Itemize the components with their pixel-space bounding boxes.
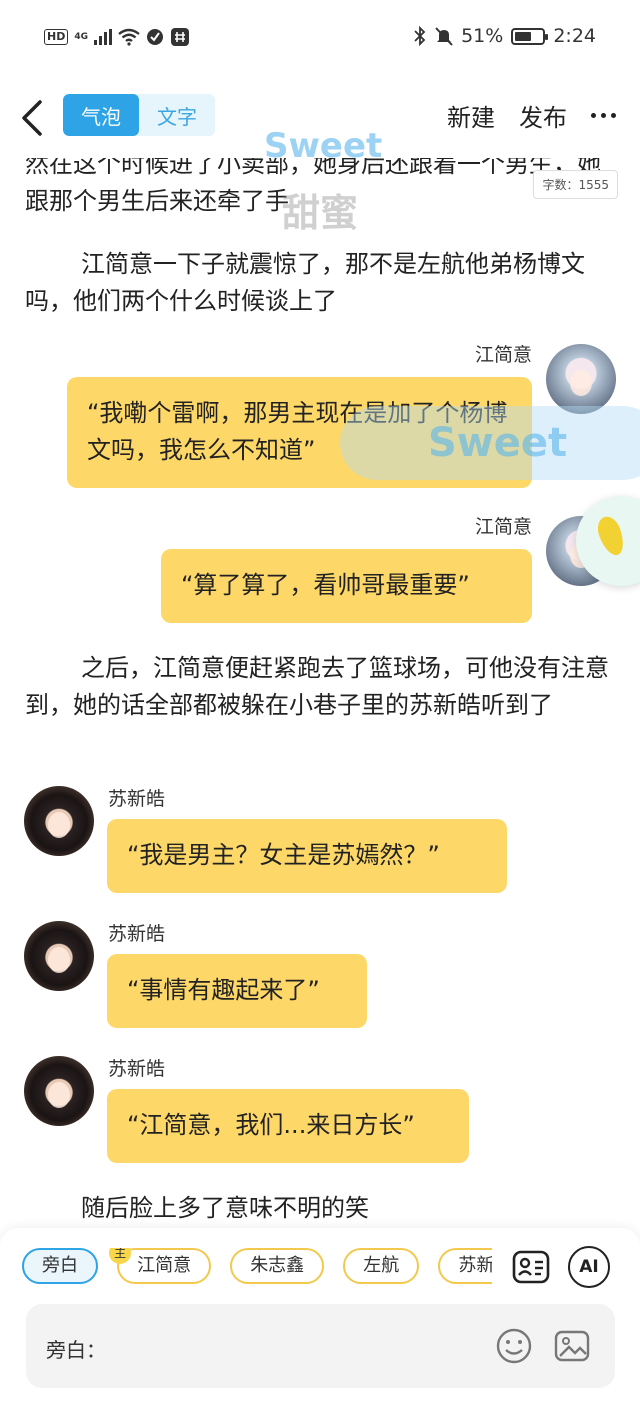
chat-bubble[interactable]: “我是男主？女主是苏嫣然？” bbox=[107, 819, 507, 893]
narration-paragraph: 随后脸上多了意味不明的笑 bbox=[81, 1194, 369, 1222]
avatar[interactable] bbox=[24, 921, 94, 991]
input-panel: 旁白 主江简意 朱志鑫 左航 苏新皓 AI 旁白： bbox=[0, 1228, 640, 1415]
clock: 2:24 bbox=[553, 25, 596, 47]
avatar[interactable] bbox=[546, 344, 616, 414]
narration-paragraph: 之后，江简意便赶紧跑去了篮球场，可他没有注意到，她的话全部都被躲在小巷子里的苏新… bbox=[25, 654, 609, 719]
speaker-name: 江简意 bbox=[474, 344, 532, 366]
character-chips: 旁白 主江简意 朱志鑫 左航 苏新皓 bbox=[22, 1248, 492, 1288]
app-notification-icon bbox=[171, 28, 189, 46]
battery-percent: 51% bbox=[461, 25, 504, 47]
avatar[interactable] bbox=[24, 786, 94, 856]
status-bar: HD 4G 51% 2:24 bbox=[0, 0, 640, 78]
mode-toggle: 气泡 文字 bbox=[63, 94, 215, 136]
more-dots-icon[interactable] bbox=[591, 113, 616, 118]
tab-bubble[interactable]: 气泡 bbox=[63, 94, 139, 136]
speaker-name: 苏新皓 bbox=[108, 1058, 166, 1080]
watermark-logo: Sweet bbox=[264, 126, 383, 166]
contact-card-icon[interactable] bbox=[510, 1246, 552, 1288]
main-role-badge: 主 bbox=[109, 1248, 132, 1264]
watermark-subtitle: 甜蜜 bbox=[282, 191, 359, 235]
chat-bubble[interactable]: “事情有趣起来了” bbox=[107, 954, 367, 1028]
chip-character[interactable]: 朱志鑫 bbox=[230, 1248, 325, 1284]
image-icon[interactable] bbox=[552, 1326, 592, 1366]
chip-narrator[interactable]: 旁白 bbox=[22, 1248, 98, 1284]
chat-bubble[interactable]: “算了算了，看帅哥最重要” bbox=[161, 549, 532, 623]
chip-character[interactable]: 左航 bbox=[343, 1248, 420, 1284]
ai-button[interactable]: AI bbox=[568, 1246, 610, 1288]
input-placeholder: 旁白： bbox=[46, 1338, 106, 1362]
hd-icon: HD bbox=[44, 29, 69, 45]
wifi-icon bbox=[118, 28, 140, 46]
speaker-name: 苏新皓 bbox=[108, 923, 166, 945]
chip-character[interactable]: 苏新皓 bbox=[438, 1248, 492, 1284]
narration-paragraph: 江简意一下子就震惊了，那不是左航他弟杨博文吗，他们两个什么时候谈上了 bbox=[25, 250, 585, 315]
vpn-icon bbox=[147, 29, 163, 45]
avatar[interactable] bbox=[24, 1056, 94, 1126]
story-content[interactable]: 然在这个时候进了小卖部，她身后还跟着一个男生，她跟那个男生后来还牵了手 字数：1… bbox=[0, 158, 640, 1228]
message-input[interactable]: 旁白： bbox=[26, 1304, 615, 1388]
chevron-left-icon[interactable] bbox=[18, 98, 48, 138]
smile-icon[interactable] bbox=[494, 1326, 534, 1366]
chip-label: 江简意 bbox=[137, 1255, 192, 1276]
watermark-text: Sweet bbox=[428, 420, 568, 466]
publish-button[interactable]: 发布 bbox=[519, 98, 567, 133]
mute-bell-icon bbox=[435, 27, 453, 46]
chip-character[interactable]: 主江简意 bbox=[109, 1248, 212, 1284]
word-count-badge: 字数：1555 bbox=[533, 170, 618, 199]
signal-icon bbox=[94, 29, 112, 45]
network-type-label: 4G bbox=[74, 31, 88, 42]
battery-icon bbox=[511, 27, 549, 45]
new-button[interactable]: 新建 bbox=[447, 98, 495, 133]
speaker-name: 苏新皓 bbox=[108, 788, 166, 810]
bluetooth-icon bbox=[414, 26, 426, 46]
chat-bubble[interactable]: “江简意，我们...来日方长” bbox=[107, 1089, 469, 1163]
tab-text[interactable]: 文字 bbox=[139, 94, 215, 136]
speaker-name: 江简意 bbox=[474, 516, 532, 538]
